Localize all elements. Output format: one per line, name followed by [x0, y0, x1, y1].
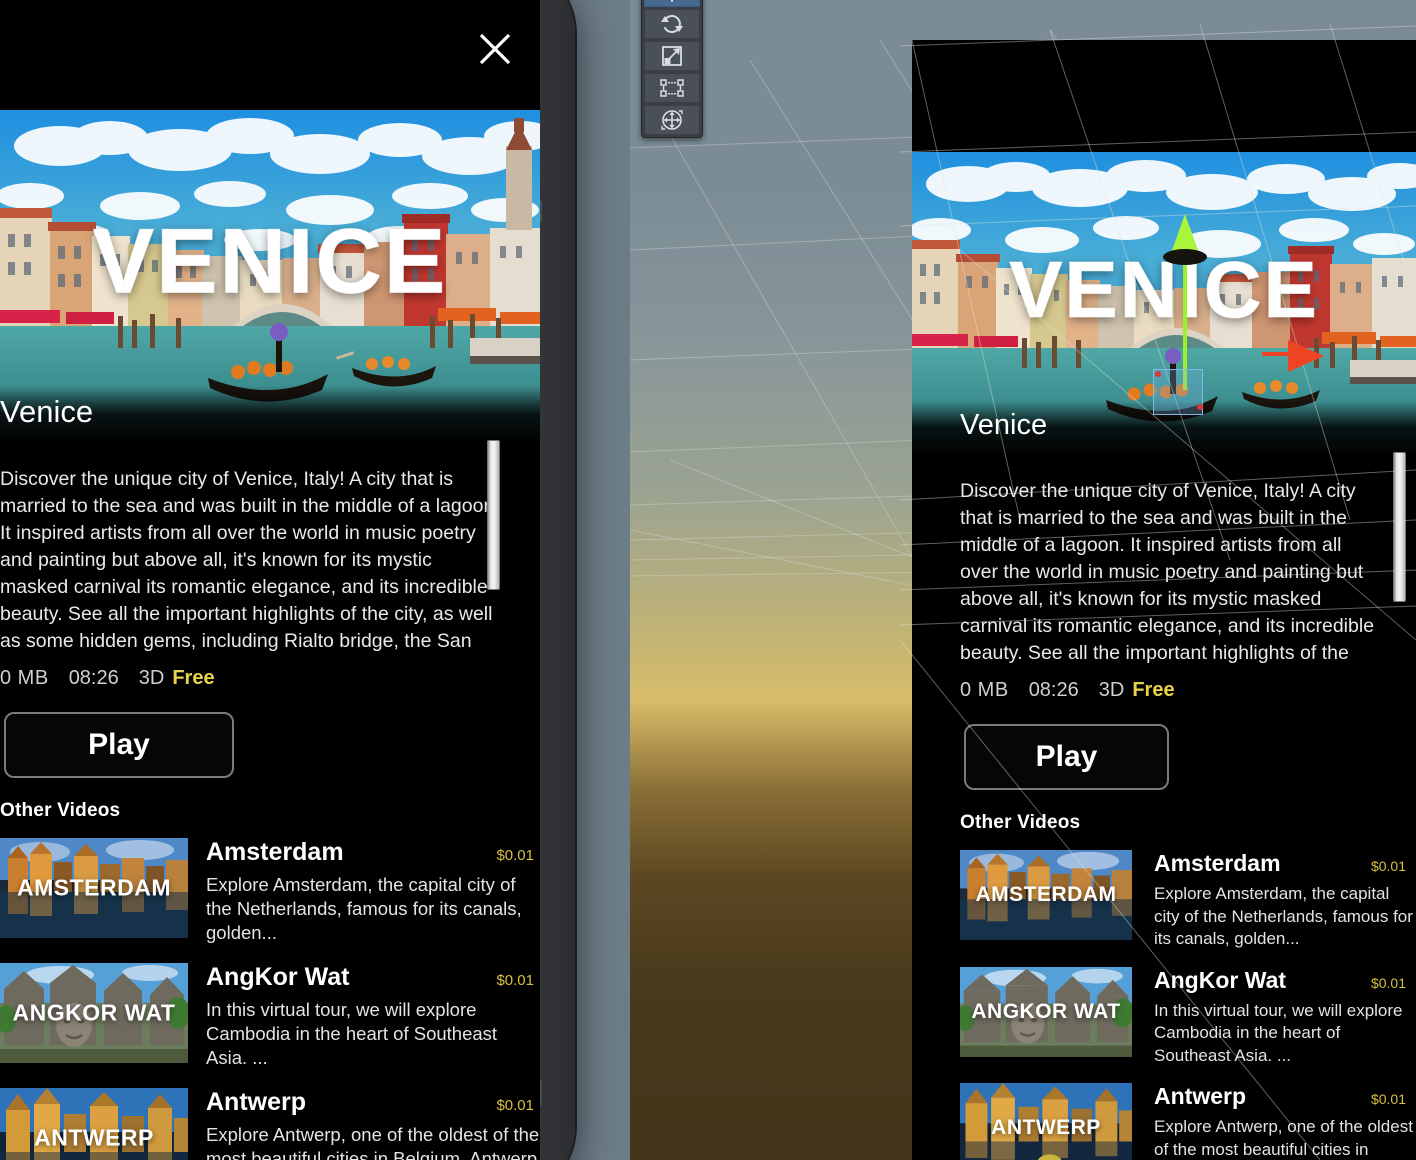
- list-item[interactable]: ANGKOR WAT AngKor Wat $0.01 In this virt…: [0, 963, 540, 1070]
- video-description: Discover the unique city of Venice, Ital…: [912, 478, 1416, 667]
- panel-topbar: [0, 0, 540, 110]
- video-description: Discover the unique city of Venice, Ital…: [0, 466, 540, 655]
- list-item-title-row: Antwerp $0.01: [206, 1088, 540, 1117]
- list-item-title: AngKor Wat: [1154, 967, 1286, 994]
- list-item-title: Amsterdam: [1154, 850, 1281, 877]
- hero-video-thumbnail[interactable]: VENICE Venice: [0, 110, 540, 440]
- list-item-description: Explore Amsterdam, the capital city of t…: [206, 873, 540, 945]
- other-videos-heading: Other Videos: [0, 800, 540, 822]
- video-thumbnail[interactable]: ANTWERP: [0, 1088, 188, 1160]
- transform-tool-button[interactable]: [644, 105, 700, 135]
- meta-duration: 08:26: [1029, 679, 1079, 702]
- list-item-title-row: AngKor Wat $0.01: [206, 963, 540, 992]
- gizmo-handle-dot[interactable]: [1197, 404, 1203, 410]
- description-scrollbar[interactable]: [487, 440, 500, 630]
- list-item[interactable]: ANTWERP Antwerp $0.01 Explore Antwerp, o…: [960, 1083, 1416, 1160]
- list-item-title-row: AngKor Wat $0.01: [1154, 967, 1416, 994]
- list-item-info: AngKor Wat $0.01 In this virtual tour, w…: [206, 963, 540, 1070]
- description-section: Discover the unique city of Venice, Ital…: [912, 452, 1416, 667]
- list-item-description: Explore Antwerp, one of the oldest of th…: [1154, 1116, 1416, 1160]
- thumbnail-label: AMSTERDAM: [960, 883, 1132, 907]
- thumbnail-label: ANTWERP: [960, 1116, 1132, 1140]
- list-item-title-row: Amsterdam $0.01: [1154, 850, 1416, 877]
- list-item[interactable]: ANGKOR WAT AngKor Wat $0.01 In this virt…: [960, 967, 1416, 1068]
- list-item-price: $0.01: [1371, 858, 1416, 874]
- list-item-info: Amsterdam $0.01 Explore Amsterdam, the c…: [1154, 850, 1416, 951]
- play-button[interactable]: Play: [964, 724, 1169, 790]
- list-item-description: Explore Antwerp, one of the oldest of th…: [206, 1123, 540, 1160]
- list-item-info: AngKor Wat $0.01 In this virtual tour, w…: [1154, 967, 1416, 1068]
- video-thumbnail[interactable]: ANTWERP: [960, 1083, 1132, 1160]
- description-section: Discover the unique city of Venice, Ital…: [0, 440, 540, 655]
- move-icon: [658, 0, 686, 4]
- close-icon[interactable]: [474, 28, 516, 70]
- list-item-price: $0.01: [1371, 1091, 1416, 1107]
- scale-tool-button[interactable]: [644, 41, 700, 71]
- meta-price: Free: [172, 667, 214, 690]
- gizmo-handle-dot[interactable]: [1155, 371, 1161, 377]
- video-detail-panel-scene: VENICE Venice Discover the unique city o…: [912, 40, 1416, 1160]
- meta-format: 3D: [1099, 679, 1125, 702]
- thumbnail-label: AMSTERDAM: [0, 875, 188, 902]
- list-item-description: In this virtual tour, we will explore Ca…: [206, 998, 540, 1070]
- gizmo-y-axis-disc: [1163, 249, 1207, 265]
- rect-icon: [658, 77, 686, 99]
- thumbnail-label: ANGKOR WAT: [0, 1000, 188, 1027]
- scale-icon: [660, 44, 684, 68]
- video-thumbnail[interactable]: ANGKOR WAT: [960, 967, 1132, 1057]
- description-scrollbar[interactable]: [1393, 452, 1406, 642]
- video-detail-panel-phone: VENICE Venice Discover the unique city o…: [0, 0, 540, 1160]
- gizmo-x-axis-arrow-icon[interactable]: [1288, 340, 1324, 372]
- unity-transform-toolbar: [641, 0, 703, 138]
- list-item[interactable]: AMSTERDAM Amsterdam $0.01 Explore Amster…: [960, 850, 1416, 951]
- other-videos-heading: Other Videos: [960, 812, 1416, 834]
- thumbnail-label: ANTWERP: [0, 1125, 188, 1152]
- list-item-price: $0.01: [496, 972, 540, 989]
- close-x-glyph: [475, 29, 515, 69]
- list-item-info: Amsterdam $0.01 Explore Amsterdam, the c…: [206, 838, 540, 945]
- video-thumbnail[interactable]: AMSTERDAM: [960, 850, 1132, 940]
- meta-duration: 08:26: [69, 667, 119, 690]
- transform-icon: [659, 107, 685, 133]
- list-item-title-row: Antwerp $0.01: [1154, 1083, 1416, 1110]
- list-item-info: Antwerp $0.01 Explore Antwerp, one of th…: [206, 1088, 540, 1160]
- video-thumbnail[interactable]: AMSTERDAM: [0, 838, 188, 938]
- rotate-icon: [659, 12, 685, 36]
- list-item-title-row: Amsterdam $0.01: [206, 838, 540, 867]
- list-item-title: Amsterdam: [206, 838, 344, 867]
- list-item[interactable]: ANTWERP Antwerp $0.01 Explore Antwerp, o…: [0, 1088, 540, 1160]
- other-videos-list: AMSTERDAM Amsterdam $0.01 Explore Amster…: [0, 838, 540, 1160]
- description-scrollbar-thumb[interactable]: [487, 440, 500, 590]
- meta-format: 3D: [139, 667, 165, 690]
- meta-size: 0 MB: [960, 679, 1009, 702]
- video-thumbnail[interactable]: ANGKOR WAT: [0, 963, 188, 1063]
- move-tool-button[interactable]: [644, 0, 700, 7]
- meta-size: 0 MB: [0, 667, 49, 690]
- video-meta-row: 0 MB 08:26 3D Free: [0, 655, 540, 690]
- list-item-info: Antwerp $0.01 Explore Antwerp, one of th…: [1154, 1083, 1416, 1160]
- list-item[interactable]: AMSTERDAM Amsterdam $0.01 Explore Amster…: [0, 838, 540, 945]
- other-videos-list: AMSTERDAM Amsterdam $0.01 Explore Amster…: [960, 850, 1416, 1160]
- list-item-title: AngKor Wat: [206, 963, 350, 992]
- hero-video-title: Venice: [0, 386, 540, 440]
- list-item-price: $0.01: [1371, 975, 1416, 991]
- list-item-price: $0.01: [496, 847, 540, 864]
- scene-panel-topbar: [912, 40, 1416, 152]
- description-scrollbar-thumb[interactable]: [1393, 452, 1406, 602]
- rect-tool-button[interactable]: [644, 73, 700, 103]
- hero-overlay-word: VENICE: [0, 209, 540, 314]
- meta-price: Free: [1132, 679, 1174, 702]
- video-meta-row: 0 MB 08:26 3D Free: [912, 667, 1416, 702]
- list-item-price: $0.01: [496, 1097, 540, 1114]
- screen-root: VENICE Venice Discover the unique city o…: [0, 0, 1416, 1160]
- list-item-title: Antwerp: [206, 1088, 306, 1117]
- gizmo-selection-rect[interactable]: [1153, 369, 1203, 415]
- rotate-tool-button[interactable]: [644, 9, 700, 39]
- play-button[interactable]: Play: [4, 712, 234, 778]
- thumbnail-label: ANGKOR WAT: [960, 1000, 1132, 1024]
- list-item-description: In this virtual tour, we will explore Ca…: [1154, 1000, 1416, 1068]
- list-item-description: Explore Amsterdam, the capital city of t…: [1154, 883, 1416, 951]
- list-item-title: Antwerp: [1154, 1083, 1246, 1110]
